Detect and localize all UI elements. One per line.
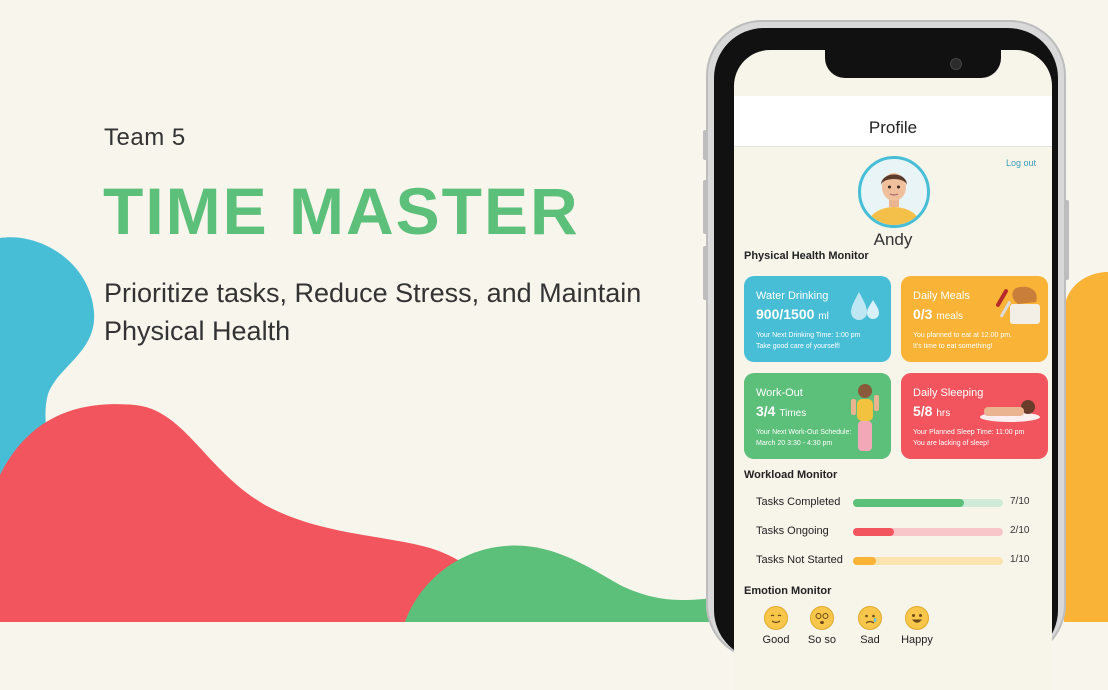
card-title: Work-Out [756,387,803,399]
card-note: March 20 3:30 - 4:30 pm [756,440,833,447]
user-avatar-icon [868,173,920,225]
progress-fill [853,528,894,536]
emotion-label: Sad [860,634,880,646]
phone-mockup: Profile Log out Andy Physical Health Mon [703,20,1069,690]
volume-button [703,130,707,160]
card-note: You planned to eat at 12.00 pm. [913,332,1012,339]
water-drops-icon [851,292,879,320]
emotion-so-so[interactable]: So so [802,606,842,646]
physical-health-heading: Physical Health Monitor [744,250,869,262]
card-title: Daily Meals [913,290,970,302]
workload-label: Tasks Ongoing [756,525,829,537]
card-title: Daily Sleeping [913,387,984,399]
app-screen: Profile Log out Andy Physical Health Mon [734,50,1052,690]
app-header: Profile [734,96,1052,147]
workload-label: Tasks Completed [756,496,841,508]
phone-bezel: Profile Log out Andy Physical Health Mon [714,28,1058,690]
card-note: Your Next Drinking Time: 1:00 pm [756,332,861,339]
logout-link[interactable]: Log out [1006,158,1036,168]
work-out-card[interactable]: Work-Out 3/4 Times Your Next Work-Out Sc… [744,373,891,459]
emotion-good[interactable]: Good [756,606,796,646]
progress-track [853,528,1003,536]
volume-up-button [703,180,707,234]
sleeping-person-icon [980,400,1040,422]
card-note: It's time to eat something! [913,343,993,350]
workload-row-not-started: Tasks Not Started 1/10 [756,553,1042,569]
phone-notch [825,50,1001,78]
volume-down-button [703,246,707,300]
card-value: 900/1500 ml [756,306,829,322]
avatar[interactable] [858,156,930,228]
card-note: Your Planned Sleep Time: 11:00 pm [913,429,1025,436]
power-button [1065,200,1069,280]
app-tagline: Prioritize tasks, Reduce Stress, and Mai… [104,278,642,346]
workload-count: 1/10 [1010,554,1030,565]
card-value: 5/8 hrs [913,403,951,419]
progress-fill [853,557,876,565]
emotion-happy[interactable]: Happy [897,606,937,646]
front-camera [950,58,962,70]
progress-fill [853,499,964,507]
crying-face-icon [858,606,882,630]
card-value: 3/4 Times [756,403,807,419]
app-title: TIME MASTER [103,174,580,248]
smiling-face-icon [764,606,788,630]
grinning-face-icon [905,606,929,630]
emotion-heading: Emotion Monitor [744,585,832,597]
progress-track [853,557,1003,565]
progress-track [853,499,1003,507]
workload-label: Tasks Not Started [756,554,843,566]
team-label: Team 5 [104,124,186,151]
username: Andy [873,230,913,249]
card-title: Water Drinking [756,290,829,302]
water-drinking-card[interactable]: Water Drinking 900/1500 ml Your Next Dri… [744,276,891,362]
card-note: Take good care of yourself! [756,343,841,350]
emotion-label: So so [807,634,837,646]
card-note: You are lacking of sleep! [913,440,990,447]
workload-row-ongoing: Tasks Ongoing 2/10 [756,524,1042,540]
emotion-label: Happy [901,634,933,646]
workout-person-icon [851,384,879,451]
page-title: Profile [868,118,918,137]
daily-sleeping-card[interactable]: Daily Sleeping 5/8 hrs Your Planned Slee… [901,373,1048,459]
workload-count: 2/10 [1010,525,1030,536]
workload-count: 7/10 [1010,496,1030,507]
card-note: Your Next Work-Out Schedule: [756,429,852,436]
card-value: 0/3 meals [913,306,964,322]
orange-blob [1064,272,1108,622]
workload-row-completed: Tasks Completed 7/10 [756,495,1042,511]
emotion-label: Good [762,634,790,646]
workload-heading: Workload Monitor [744,469,838,481]
daily-meals-card[interactable]: Daily Meals 0/3 meals You planned to eat… [901,276,1048,362]
emotion-sad[interactable]: Sad [850,606,890,646]
bread-knife-icon [996,286,1040,324]
dizzy-face-icon [810,606,834,630]
